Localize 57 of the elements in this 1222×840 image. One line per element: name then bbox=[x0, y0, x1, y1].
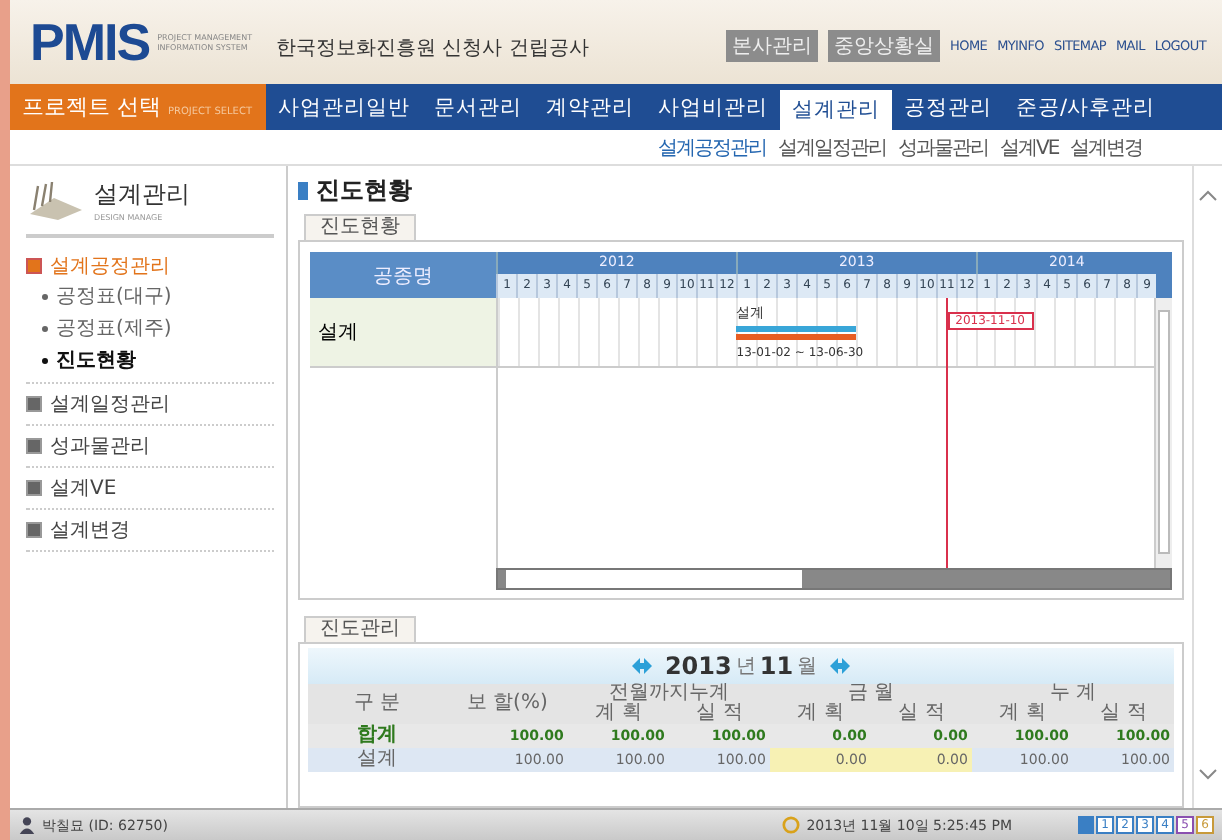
actual-bar bbox=[736, 334, 856, 341]
user-icon bbox=[18, 816, 36, 834]
scroll-down-icon[interactable] bbox=[1198, 768, 1218, 780]
column-header: 실 적 bbox=[1072, 703, 1174, 724]
column-header: 실 적 bbox=[668, 703, 770, 724]
sidebar-title: 설계관리 bbox=[94, 178, 190, 212]
nav-tab[interactable]: 설계관리 bbox=[780, 90, 892, 130]
logo-text[interactable]: PMIS bbox=[30, 11, 150, 73]
subnav-link[interactable]: 설계일정관리 bbox=[778, 133, 886, 161]
tab[interactable]: 진도관리 bbox=[304, 615, 416, 642]
column-header: 보 할(%) bbox=[446, 683, 568, 724]
tab[interactable]: 진도현황 bbox=[304, 214, 416, 241]
nav-tab[interactable]: 준공/사후관리 bbox=[1004, 84, 1168, 130]
sidebar-subitem[interactable]: 진도현황 bbox=[26, 344, 274, 376]
column-header: 계 획 bbox=[769, 703, 871, 724]
nav-tab[interactable]: 사업관리일반 bbox=[266, 84, 422, 130]
scroll-up-icon[interactable] bbox=[1198, 190, 1218, 202]
nav-tab[interactable]: 계약관리 bbox=[534, 84, 646, 130]
vertical-scrollbar[interactable] bbox=[1154, 298, 1172, 568]
column-header: 누 계 bbox=[971, 683, 1174, 704]
subnav-link[interactable]: 성과물관리 bbox=[898, 133, 988, 161]
sidebar-item[interactable]: 성과물관리 bbox=[50, 432, 150, 460]
table-cell: 설계 bbox=[308, 747, 447, 772]
column-header: 계 획 bbox=[971, 703, 1073, 724]
subnav-link[interactable]: 설계VE bbox=[1000, 133, 1059, 161]
nav-tab[interactable]: 문서관리 bbox=[422, 84, 534, 130]
plan-bar bbox=[736, 326, 856, 333]
bullet-icon bbox=[42, 325, 48, 332]
subnav-link[interactable]: 설계공정관리 bbox=[658, 133, 766, 161]
bullet-icon bbox=[42, 293, 48, 300]
sidebar-subitem[interactable]: 공정표(대구) bbox=[26, 280, 274, 312]
column-header: 공종명 bbox=[310, 252, 496, 299]
sidebar-subitem[interactable]: 공정표(제주) bbox=[26, 312, 274, 344]
bullet-icon bbox=[42, 357, 48, 364]
unit-text: 년 bbox=[735, 653, 756, 680]
column-header: 실 적 bbox=[870, 703, 972, 724]
nav-tab[interactable]: 공정관리 bbox=[892, 84, 1004, 130]
project-name: 한국정보화진흥원 신청사 건립공사 bbox=[276, 36, 589, 62]
book-icon bbox=[26, 178, 86, 222]
table-cell: 합계 bbox=[308, 723, 447, 748]
column-header: 금 월 bbox=[769, 683, 972, 704]
column-header: 전월까지누계 bbox=[567, 683, 770, 704]
column-header: 구 분 bbox=[308, 683, 447, 724]
column-header: 계 획 bbox=[567, 703, 669, 724]
horizontal-scrollbar[interactable] bbox=[496, 567, 1172, 590]
nav-tab[interactable]: 사업비관리 bbox=[646, 84, 780, 130]
page-title: 진도현황 bbox=[316, 173, 412, 208]
unit-text: 월 bbox=[797, 653, 818, 680]
clock-icon bbox=[782, 816, 801, 834]
sidebar-item[interactable]: 설계변경 bbox=[50, 516, 130, 544]
task-name: 설계 bbox=[310, 298, 496, 369]
title-marker-icon bbox=[298, 181, 308, 200]
month-text: 11 bbox=[759, 651, 794, 680]
sidebar-item[interactable]: 설계VE bbox=[50, 474, 117, 502]
sidebar-item[interactable]: 설계일정관리 bbox=[50, 390, 170, 418]
subnav-link[interactable]: 설계변경 bbox=[1070, 133, 1143, 161]
year-text: 2013 bbox=[664, 651, 732, 680]
